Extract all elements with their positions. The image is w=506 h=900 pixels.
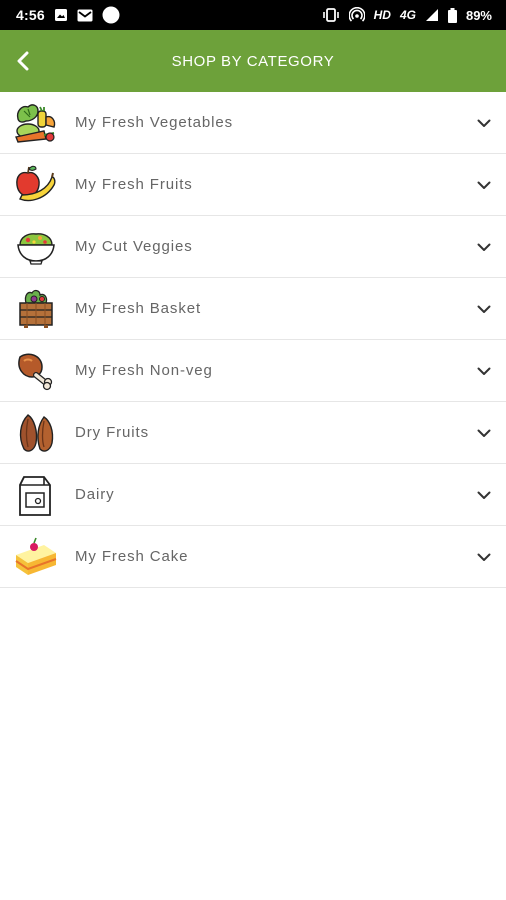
page-title: SHOP BY CATEGORY [171,52,335,70]
chevron-left-icon [17,51,29,71]
category-row-dry-fruits[interactable]: Dry Fruits [0,402,506,464]
chevron-down-icon[interactable] [474,237,494,257]
category-row-vegetables[interactable]: My Fresh Vegetables [0,92,506,154]
image-icon [54,8,68,22]
category-row-cake[interactable]: My Fresh Cake [0,526,506,588]
circle-dot-icon [102,6,120,24]
battery-level: 89% [465,7,492,23]
milk-carton-icon [14,473,58,517]
chevron-down-icon[interactable] [474,113,494,133]
category-row-fruits[interactable]: My Fresh Fruits [0,154,506,216]
status-time: 4:56 [16,7,45,23]
status-left: 4:56 [16,6,120,24]
category-label: Dairy [75,486,115,503]
category-row-cut-veggies[interactable]: My Cut Veggies [0,216,506,278]
network-type: HD [373,8,391,22]
vibrate-icon [322,8,340,22]
status-bar: 4:56 HD 4G 89% [0,0,506,30]
signal-icon [425,8,439,22]
category-row-basket[interactable]: My Fresh Basket [0,278,506,340]
chevron-down-icon[interactable] [474,175,494,195]
almond-icon [14,411,58,455]
chevron-down-icon[interactable] [474,423,494,443]
category-list: My Fresh Vegetables My Fresh Fruits My C… [0,92,506,588]
fruits-icon [14,163,58,207]
category-label: My Fresh Vegetables [75,114,234,131]
cake-icon [14,535,58,579]
battery-icon [447,7,457,23]
gmail-icon [77,9,93,22]
basket-icon [14,287,58,331]
signal-type: 4G [399,8,416,22]
vegetables-icon [14,101,58,145]
chevron-down-icon[interactable] [474,299,494,319]
category-label: My Fresh Non-veg [75,362,213,379]
category-row-dairy[interactable]: Dairy [0,464,506,526]
chevron-down-icon[interactable] [474,547,494,567]
category-label: My Fresh Fruits [75,176,193,193]
status-right: HD 4G 89% [322,7,492,23]
chevron-down-icon[interactable] [474,485,494,505]
category-label: My Cut Veggies [75,238,193,255]
category-row-non-veg[interactable]: My Fresh Non-veg [0,340,506,402]
salad-bowl-icon [14,225,58,269]
app-bar: SHOP BY CATEGORY [0,30,506,92]
hotspot-icon [348,7,365,23]
chicken-leg-icon [14,349,58,393]
category-label: My Fresh Basket [75,300,202,317]
back-button[interactable] [6,44,40,78]
chevron-down-icon[interactable] [474,361,494,381]
category-label: My Fresh Cake [75,548,189,565]
category-label: Dry Fruits [75,424,149,441]
